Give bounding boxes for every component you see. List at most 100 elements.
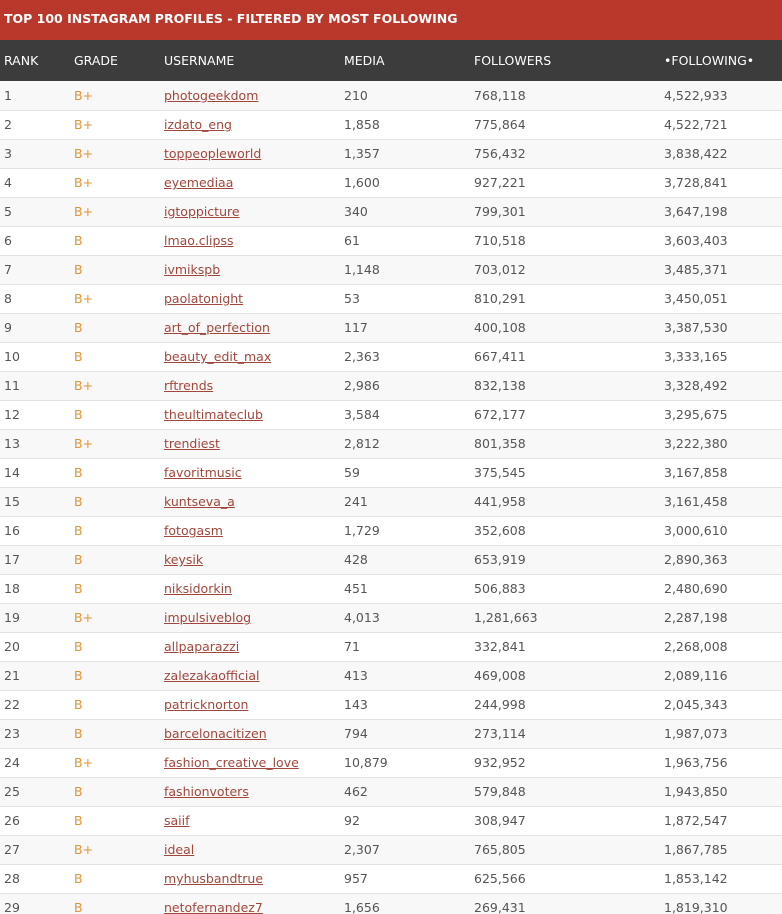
username-cell: allpaparazzi	[160, 632, 340, 661]
username-cell: patricknorton	[160, 690, 340, 719]
media-cell: 428	[344, 552, 368, 567]
column-header-followers[interactable]: FOLLOWERS	[470, 40, 660, 81]
following-cell: 3,485,371	[664, 262, 728, 277]
username-cell: impulsiveblog	[160, 603, 340, 632]
followers-cell: 710,518	[474, 233, 526, 248]
username-cell: ideal	[160, 835, 340, 864]
rank-cell: 8	[4, 291, 12, 306]
column-header-following[interactable]: •FOLLOWING•	[660, 40, 782, 81]
username-link[interactable]: lmao.clipss	[164, 233, 234, 248]
username-link[interactable]: eyemediaa	[164, 175, 233, 190]
username-cell: photogeekdom	[160, 81, 340, 110]
username-link[interactable]: ideal	[164, 842, 194, 857]
column-header-grade[interactable]: GRADE	[70, 40, 160, 81]
username-link[interactable]: izdato_eng	[164, 117, 232, 132]
followers-cell: 768,118	[474, 87, 526, 103]
rank-cell: 3	[4, 146, 12, 161]
following-cell: 1,943,850	[664, 784, 728, 799]
column-header-media[interactable]: MEDIA	[340, 40, 470, 81]
grade-cell: B	[74, 523, 83, 538]
username-cell: paolatonight	[160, 284, 340, 313]
media-cell: 340	[344, 204, 368, 219]
username-link[interactable]: impulsiveblog	[164, 610, 251, 625]
followers-cell: 352,608	[474, 523, 526, 538]
followers-cell: 810,291	[474, 291, 526, 306]
table-row: 8 B+ paolatonight 53 810,291 3,450,051	[0, 284, 782, 313]
following-cell: 3,222,380	[664, 436, 728, 451]
table-row: 19 B+ impulsiveblog 4,013 1,281,663 2,287,198	[0, 603, 782, 632]
username-cell: ivmikspb	[160, 255, 340, 284]
grade-cell: B	[74, 697, 83, 712]
rank-cell: 4	[4, 175, 12, 190]
username-cell: toppeopleworld	[160, 139, 340, 168]
following-cell: 4,522,721	[664, 117, 728, 132]
grade-cell: B	[74, 726, 83, 741]
username-cell: niksidorkin	[160, 574, 340, 603]
grade-cell: B+	[74, 175, 94, 190]
table-row: 9 Bart_of_perfection 117 400,108 3,387,530	[0, 313, 782, 342]
table-row: 11 B+ rftrends 2,986 832,138 3,328,492	[0, 371, 782, 400]
username-link[interactable]: trendiest	[164, 436, 220, 451]
username-cell: zalezakaofficial	[160, 661, 340, 690]
username-link[interactable]: favoritmusic	[164, 465, 242, 480]
followers-cell: 672,177	[474, 407, 526, 422]
column-header-rank[interactable]: RANK	[0, 40, 70, 81]
following-cell: 1,872,547	[664, 813, 728, 828]
media-cell: 92	[344, 813, 360, 828]
username-link[interactable]: netofernandez7	[164, 900, 263, 914]
username-cell: favoritmusic	[160, 458, 340, 487]
media-cell: 10,879	[344, 755, 388, 770]
username-link[interactable]: fashionvoters	[164, 784, 249, 799]
following-cell: 2,045,343	[664, 697, 728, 712]
username-link[interactable]: keysik	[164, 552, 203, 567]
username-link[interactable]: photogeekdom	[164, 88, 258, 103]
grade-cell: B+	[74, 117, 94, 132]
username-link[interactable]: saiif	[164, 813, 190, 828]
media-cell: 71	[344, 639, 360, 654]
username-link[interactable]: paolatonight	[164, 291, 243, 306]
username-link[interactable]: art_of_perfection	[164, 320, 270, 335]
username-link[interactable]: kuntseva_a	[164, 494, 235, 509]
username-cell: keysik	[160, 545, 340, 574]
username-link[interactable]: zalezakaofficial	[164, 668, 260, 683]
followers-cell: 469,008	[474, 668, 526, 683]
username-link[interactable]: toppeopleworld	[164, 146, 261, 161]
media-cell: 413	[344, 668, 368, 683]
followers-cell: 244,998	[474, 697, 526, 712]
table-row: 27 B+ ideal 2,307 765,805 1,867,785	[0, 835, 782, 864]
username-link[interactable]: igtoppicture	[164, 204, 240, 219]
username-link[interactable]: myhusbandtrue	[164, 871, 263, 886]
followers-cell: 801,358	[474, 436, 526, 451]
username-cell: kuntseva_a	[160, 487, 340, 516]
username-link[interactable]: beauty_edit_max	[164, 349, 271, 364]
rank-cell: 25	[4, 784, 20, 799]
table-row: 1 B+ photogeekdom 210 768,118 4,522,933	[0, 81, 782, 110]
following-cell: 3,161,458	[664, 494, 728, 509]
username-link[interactable]: fotogasm	[164, 523, 223, 538]
grade-cell: B	[74, 581, 83, 596]
username-link[interactable]: fashion_creative_love	[164, 755, 299, 770]
username-link[interactable]: barcelonacitizen	[164, 726, 267, 741]
username-link[interactable]: ivmikspb	[164, 262, 220, 277]
username-link[interactable]: allpaparazzi	[164, 639, 239, 654]
rank-cell: 13	[4, 436, 20, 451]
media-cell: 3,584	[344, 407, 380, 422]
following-cell: 1,987,073	[664, 726, 728, 741]
column-header-username[interactable]: USERNAME	[160, 40, 340, 81]
username-cell: fashion_creative_love	[160, 748, 340, 777]
username-link[interactable]: rftrends	[164, 378, 213, 393]
username-link[interactable]: patricknorton	[164, 697, 248, 712]
username-cell: rftrends	[160, 371, 340, 400]
media-cell: 2,812	[344, 436, 380, 451]
page-title: TOP 100 INSTAGRAM PROFILES - FILTERED BY…	[0, 0, 782, 40]
username-link[interactable]: niksidorkin	[164, 581, 232, 596]
table-body: 1 B+ photogeekdom 210 768,118 4,522,933 2 B+ izd…	[0, 81, 782, 914]
followers-cell: 273,114	[474, 726, 526, 741]
table-header: RANK GRADE USERNAME MEDIA FOLLOWERS •FOL…	[0, 40, 782, 81]
username-link[interactable]: theultimateclub	[164, 407, 263, 422]
rank-cell: 19	[4, 610, 20, 625]
grade-cell: B+	[74, 755, 94, 770]
rank-cell: 17	[4, 552, 20, 567]
media-cell: 1,600	[344, 175, 380, 190]
media-cell: 1,858	[344, 117, 380, 132]
